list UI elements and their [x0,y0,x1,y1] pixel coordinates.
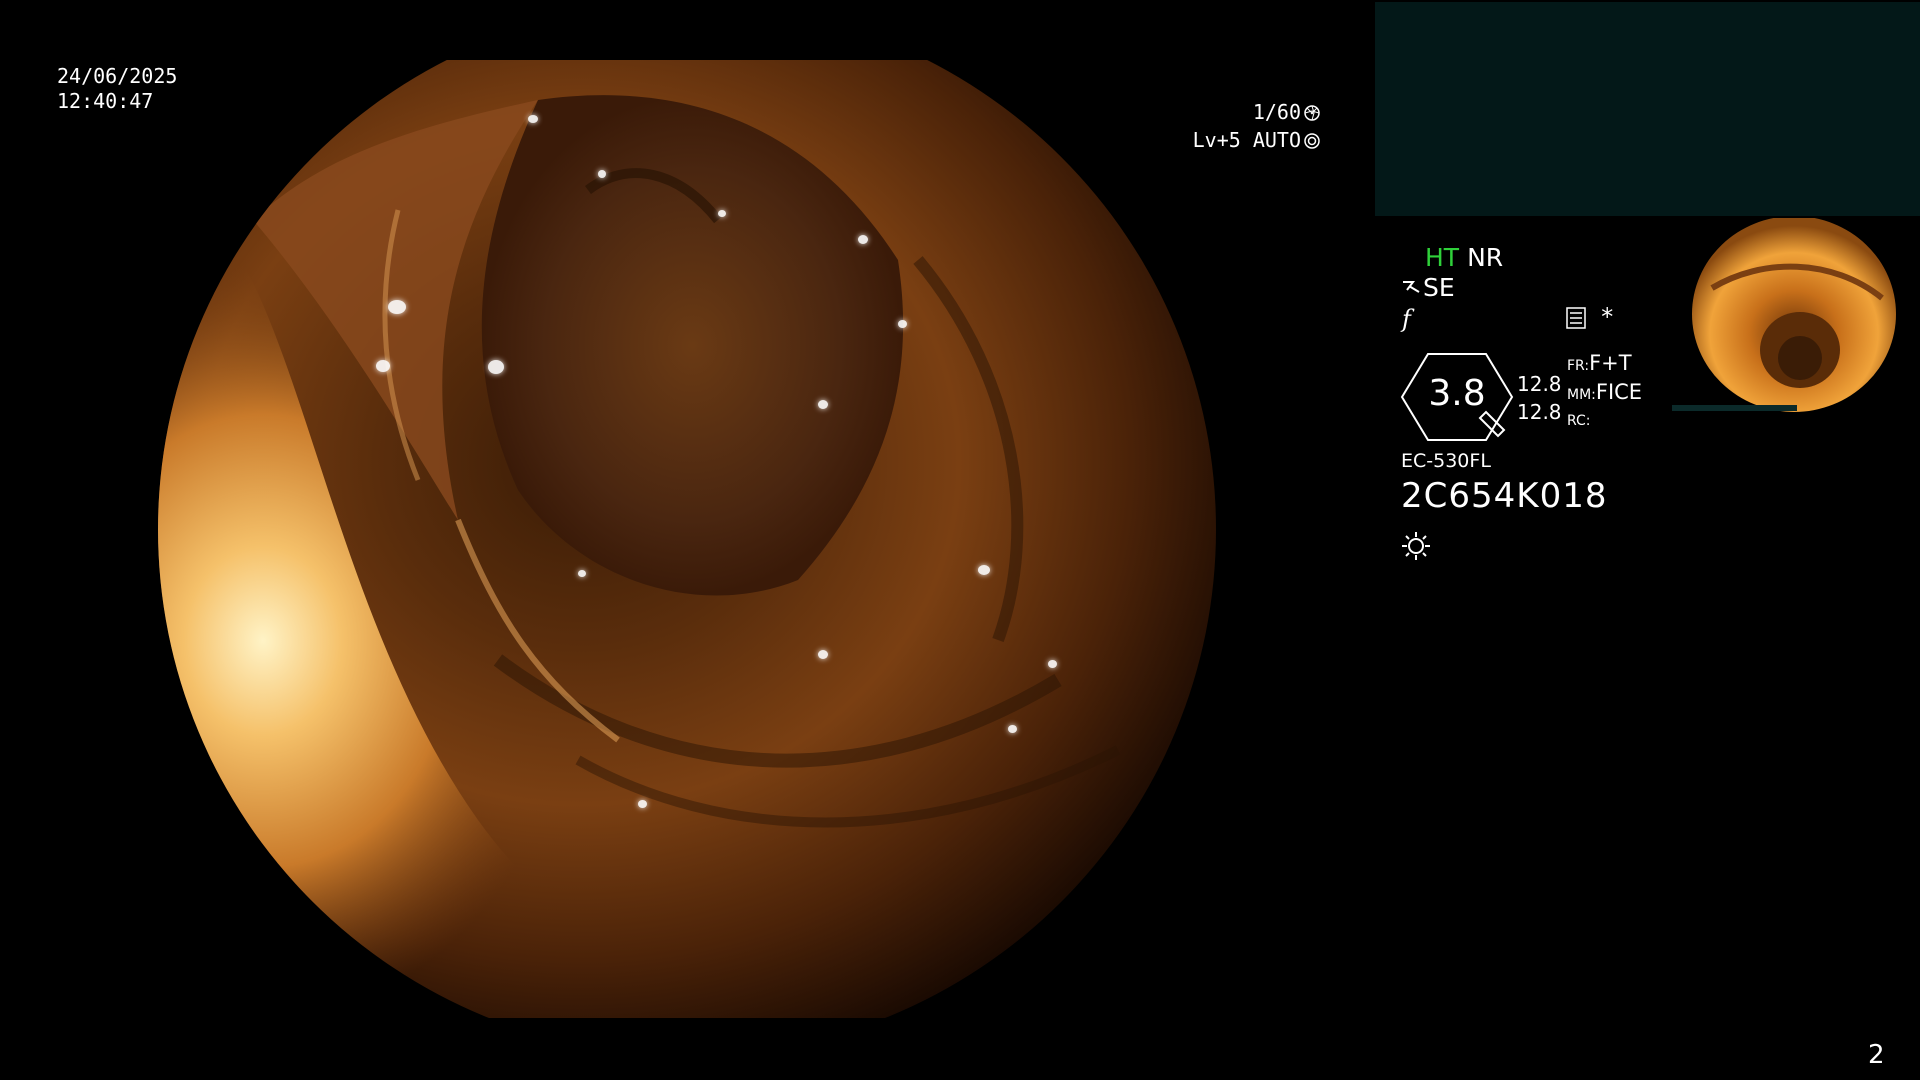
aperture-icon [1304,105,1320,121]
processing-modes: HT NR [1425,243,1503,273]
exposure-readout: 1/60 Lv+5 AUTO [1193,98,1320,154]
se-row: SE [1401,273,1455,302]
mode-ht: HT [1425,243,1460,272]
mode-nr: NR [1467,243,1504,272]
reflection [598,170,606,178]
reflection [898,320,907,328]
shutter-value: 1/60 [1252,100,1301,124]
scope-model: EC-530FL [1401,450,1491,472]
menu-list-icon [1566,307,1586,329]
page-number: 2 [1868,1040,1885,1070]
reflection [578,570,586,577]
thumbnail-bar [1672,405,1797,411]
rc-row: RC: [1567,408,1642,434]
reflection [1048,660,1057,668]
shutter-row: 1/60 [1193,98,1320,126]
f-symbol: f [1402,305,1411,333]
value-1: 12.8 [1517,372,1562,396]
se-label: SE [1423,273,1455,302]
mm-row: MM:FICE [1567,379,1642,408]
level-value: Lv+5 [1192,128,1241,152]
asterisk-marker: * [1600,303,1615,331]
endoscope-view [158,60,1216,1018]
light-icon [1402,532,1430,560]
fr-label: FR: [1567,358,1590,374]
reflection [818,650,828,659]
date-text: 24/06/2025 [57,64,178,88]
reflection [818,400,828,409]
reflection [388,300,406,314]
settings-labels: FR:F+T MM:FICE RC: [1567,350,1642,434]
se-icon [1403,281,1420,293]
reflection [528,115,538,123]
zoom-value: 3.8 [1428,373,1486,414]
reflection [488,360,504,374]
values: 12.8 12.8 [1517,370,1562,426]
reflection [376,360,390,372]
value-2: 12.8 [1517,400,1562,424]
date-time: 24/06/2025 12:40:47 [57,64,177,114]
mm-label: MM: [1567,387,1596,403]
iris-icon [1304,133,1320,149]
serial-number: 2C654K018 [1401,476,1608,516]
mode-value: AUTO [1252,128,1301,152]
fr-row: FR:F+T [1567,350,1642,379]
mm-value: FICE [1595,380,1643,404]
rc-label: RC: [1567,413,1591,429]
fr-value: F+T [1589,351,1632,375]
reflection [978,565,990,575]
reflection [718,210,726,217]
level-row: Lv+5 AUTO [1193,126,1320,154]
thumbnail-image [1672,218,1920,416]
info-box [1375,2,1920,216]
reflection [638,800,647,808]
reflection [1008,725,1017,733]
thumbnail-view [1692,218,1896,412]
tissue-image [158,60,1216,1018]
reflection [858,235,868,244]
time-text: 12:40:47 [57,89,154,113]
